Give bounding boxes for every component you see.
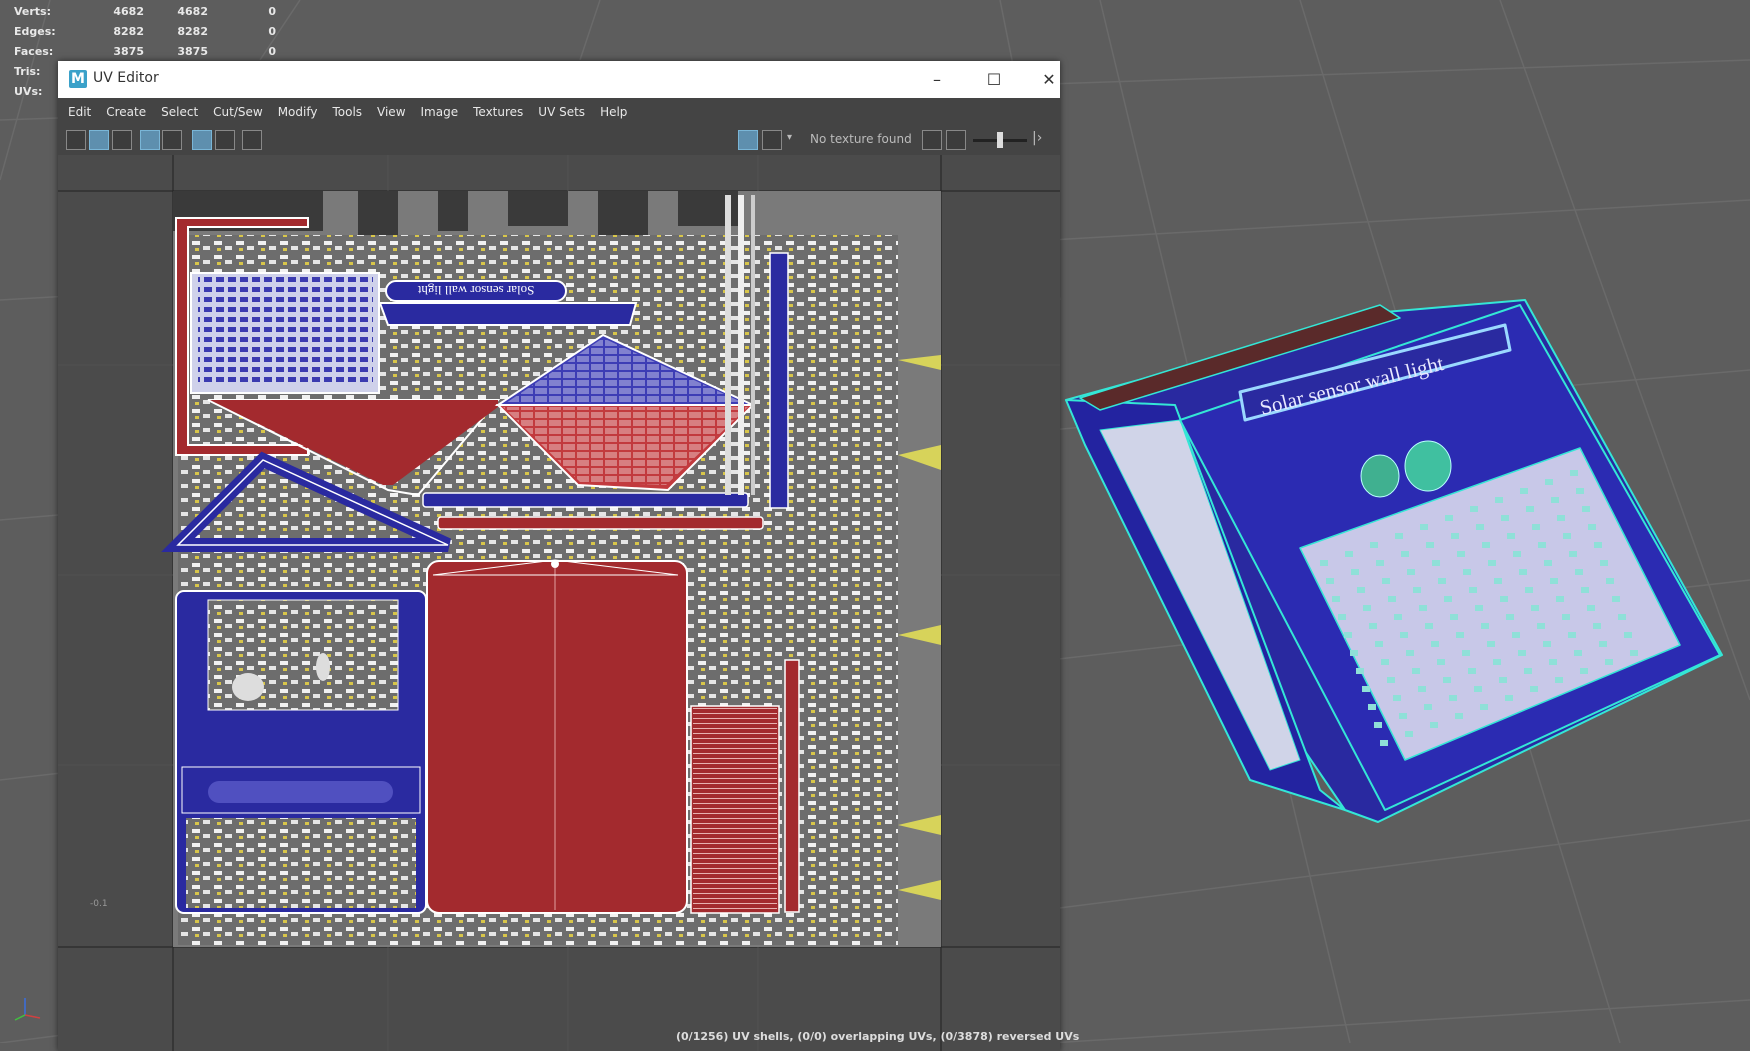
- maximize-button[interactable]: ☐: [965, 61, 1023, 98]
- image-ratio-icon[interactable]: [946, 130, 966, 150]
- uv-label-text: Solar sensor wall light: [417, 283, 534, 298]
- minimize-button[interactable]: –: [908, 61, 966, 98]
- uv-axis-label: -0.1: [90, 899, 108, 909]
- uv-canvas[interactable]: Solar sensor wall light: [58, 155, 1060, 1051]
- distortion-icon[interactable]: [112, 130, 132, 150]
- uv-toolbar: ▾ No texture found |›: [58, 125, 1060, 156]
- hud-row-faces: Faces: 3875 3875 0: [14, 42, 276, 62]
- texture-borders-icon[interactable]: [140, 130, 160, 150]
- window-titlebar[interactable]: M UV Editor – ☐ ✕: [58, 61, 1060, 98]
- texture-status-label: No texture found: [810, 132, 912, 146]
- hud-value: 3875: [177, 45, 208, 58]
- close-button[interactable]: ✕: [1020, 61, 1078, 98]
- menu-edit[interactable]: Edit: [68, 105, 91, 119]
- hud-label: Tris:: [14, 65, 41, 78]
- hud-label: Faces:: [14, 45, 54, 58]
- hud-row-verts: Verts: 4682 4682 0: [14, 2, 276, 22]
- hud-row-edges: Edges: 8282 8282 0: [14, 22, 276, 42]
- menu-select[interactable]: Select: [161, 105, 198, 119]
- uv-tile: Solar sensor wall light: [161, 191, 941, 947]
- refresh-icon[interactable]: [922, 130, 942, 150]
- hud-value: 8282: [113, 25, 144, 38]
- grid-icon[interactable]: [192, 130, 212, 150]
- menu-bar: Edit Create Select Cut/Sew Modify Tools …: [58, 98, 1060, 125]
- maya-app-icon: M: [69, 70, 87, 88]
- menu-view[interactable]: View: [377, 105, 405, 119]
- slider-handle[interactable]: [997, 132, 1003, 148]
- dropdown-arrow-icon[interactable]: ▾: [787, 132, 792, 143]
- hud-label: Verts:: [14, 5, 52, 18]
- hud-value: 0: [268, 5, 276, 18]
- window-title: UV Editor: [93, 70, 159, 86]
- hud-label: UVs:: [14, 85, 43, 98]
- menu-tools[interactable]: Tools: [332, 105, 362, 119]
- pixel-snap-icon[interactable]: [215, 130, 235, 150]
- snapshot-icon[interactable]: [242, 130, 262, 150]
- menu-image[interactable]: Image: [421, 105, 459, 119]
- menu-help[interactable]: Help: [600, 105, 627, 119]
- hud-value: 0: [268, 45, 276, 58]
- checker-map-icon[interactable]: [162, 130, 182, 150]
- hud-value: 3875: [113, 45, 144, 58]
- toolbar-expand-icon[interactable]: |›: [1032, 130, 1042, 146]
- menu-create[interactable]: Create: [106, 105, 146, 119]
- menu-cut-sew[interactable]: Cut/Sew: [213, 105, 263, 119]
- exposure-slider[interactable]: [973, 132, 1027, 148]
- uv-status-bar: (0/1256) UV shells, (0/0) overlapping UV…: [676, 1030, 1080, 1043]
- hud-label: Edges:: [14, 25, 56, 38]
- menu-textures[interactable]: Textures: [473, 105, 523, 119]
- hud-value: 4682: [113, 5, 144, 18]
- hud-value: 0: [268, 25, 276, 38]
- menu-uv-sets[interactable]: UV Sets: [538, 105, 585, 119]
- checker-pattern-icon[interactable]: [762, 130, 782, 150]
- hud-value: 4682: [177, 5, 208, 18]
- uv-editor-window[interactable]: M UV Editor – ☐ ✕ Edit Create Select Cut…: [58, 61, 1060, 1051]
- uv-toolkit-icon[interactable]: [66, 130, 86, 150]
- uv-shaded-icon[interactable]: [89, 130, 109, 150]
- display-image-icon[interactable]: [738, 130, 758, 150]
- menu-modify[interactable]: Modify: [278, 105, 318, 119]
- hud-value: 8282: [177, 25, 208, 38]
